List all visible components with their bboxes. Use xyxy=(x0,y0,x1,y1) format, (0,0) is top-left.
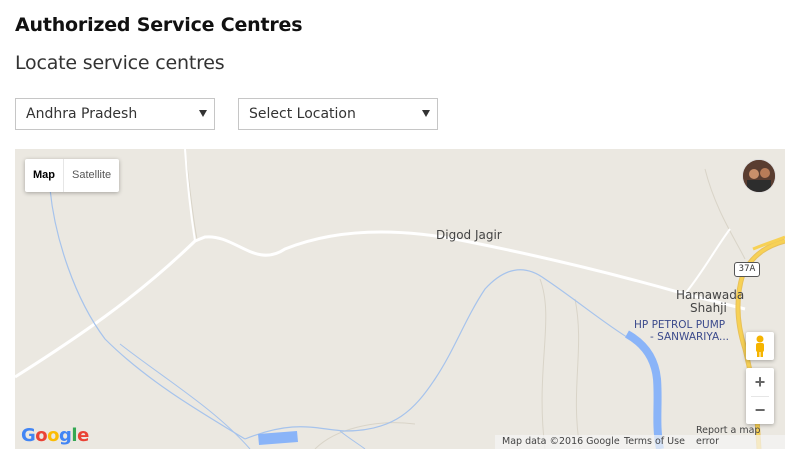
chevron-down-icon xyxy=(422,110,430,117)
map-data-attribution: Map data ©2016 Google xyxy=(502,436,620,447)
zoom-control: + − xyxy=(746,368,774,424)
street-view-pegman-button[interactable] xyxy=(746,332,774,360)
pegman-icon xyxy=(756,335,764,357)
zoom-out-button[interactable]: − xyxy=(746,397,774,424)
report-map-error-link[interactable]: Report a map error xyxy=(696,425,785,447)
map-type-satellite-button[interactable]: Satellite xyxy=(63,159,119,192)
map-type-control: Map Satellite xyxy=(25,159,120,192)
place-label-harnawada-line2: Shahji xyxy=(690,301,727,315)
terms-of-use-link[interactable]: Terms of Use xyxy=(624,436,685,447)
google-logo: Google xyxy=(21,425,89,446)
poi-label-line2[interactable]: - SANWARIYA... xyxy=(650,331,729,343)
place-label-digod-jagir: Digod Jagir xyxy=(436,228,502,242)
poi-label-line1[interactable]: HP PETROL PUMP xyxy=(634,319,725,331)
chevron-down-icon xyxy=(199,110,207,117)
location-select[interactable]: Select Location xyxy=(238,98,438,130)
page-title: Authorized Service Centres xyxy=(15,14,303,36)
avatar[interactable] xyxy=(742,159,776,193)
location-select-value: Select Location xyxy=(249,106,356,122)
zoom-in-button[interactable]: + xyxy=(746,368,774,396)
page-subtitle: Locate service centres xyxy=(15,52,225,74)
place-label-harnawada-line1: Harnawada xyxy=(676,288,745,302)
road-shield-label: 37A xyxy=(734,262,760,277)
map-canvas xyxy=(15,149,785,449)
map-type-map-button[interactable]: Map xyxy=(25,159,63,192)
state-select[interactable]: Andhra Pradesh xyxy=(15,98,215,130)
map-view[interactable]: Map Satellite Digod Jagir Harnawada Shah… xyxy=(15,149,785,449)
state-select-value: Andhra Pradesh xyxy=(26,106,138,122)
